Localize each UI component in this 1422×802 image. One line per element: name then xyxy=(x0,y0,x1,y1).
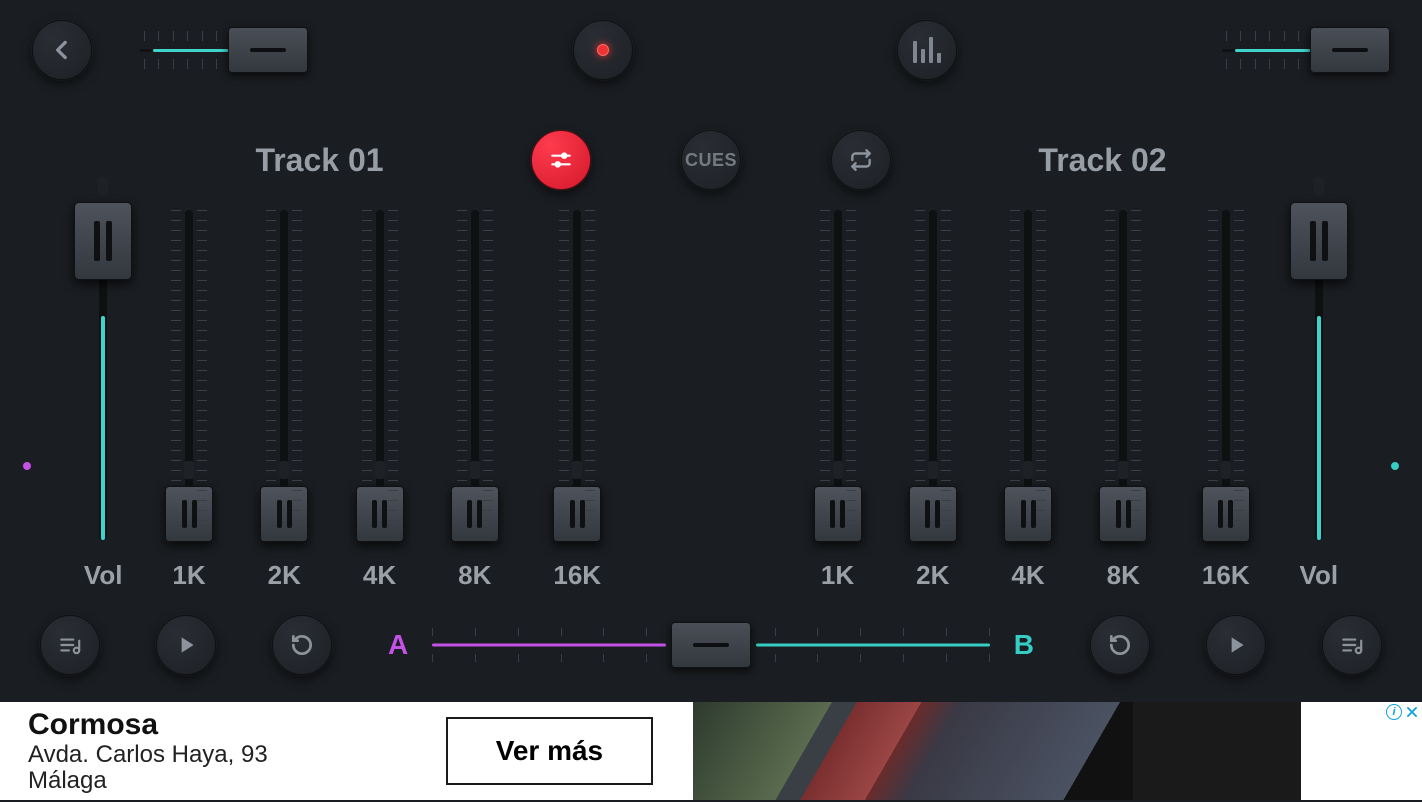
ad-address-line2: Málaga xyxy=(28,768,268,794)
volume-label-a: Vol xyxy=(84,560,123,591)
levels-button[interactable] xyxy=(897,20,957,80)
top-toolbar xyxy=(0,0,1422,100)
eq-label: 2K xyxy=(916,560,949,591)
tempo-thumb-a[interactable] xyxy=(228,27,308,73)
eq-slider-b-8k[interactable]: 8K xyxy=(1107,210,1140,591)
crossfader-label-b: B xyxy=(1014,629,1034,661)
eq-group-b: 1K 2K 4K 8K 16K xyxy=(821,210,1250,591)
ad-logo-block xyxy=(1133,702,1301,800)
eq-slider-a-8k[interactable]: 8K xyxy=(458,210,491,591)
eq-slider-b-2k[interactable]: 2K xyxy=(916,210,949,591)
mixer-panel: Vol 1K 2K 4K 8K 16K 1K 2K 4K 8K 16K Vol xyxy=(0,190,1422,591)
play-button-b[interactable] xyxy=(1206,615,1266,675)
tempo-slider-deck-b[interactable] xyxy=(1222,25,1390,75)
fx-settings-button[interactable] xyxy=(531,130,591,190)
record-button[interactable] xyxy=(573,20,633,80)
volume-label-b: Vol xyxy=(1300,560,1339,591)
play-button-a[interactable] xyxy=(156,615,216,675)
eq-label: 4K xyxy=(1011,560,1044,591)
eq-slider-a-4k[interactable]: 4K xyxy=(363,210,396,591)
play-icon xyxy=(173,632,199,658)
crossfader[interactable] xyxy=(432,620,990,670)
rewind-icon xyxy=(289,632,315,658)
playlist-icon xyxy=(1339,632,1365,658)
playlist-icon xyxy=(57,632,83,658)
eq-label: 1K xyxy=(172,560,205,591)
eq-label: 8K xyxy=(458,560,491,591)
volume-slider-a[interactable]: Vol xyxy=(84,210,123,591)
levels-icon xyxy=(913,37,941,63)
eq-slider-a-1k[interactable]: 1K xyxy=(172,210,205,591)
eq-slider-a-2k[interactable]: 2K xyxy=(268,210,301,591)
track-title-a: Track 01 xyxy=(255,142,383,179)
crossfader-label-a: A xyxy=(388,629,408,661)
tempo-slider-deck-a[interactable] xyxy=(140,25,308,75)
cues-label: CUES xyxy=(685,150,737,171)
ad-title: Cormosa xyxy=(28,708,268,742)
sliders-icon xyxy=(548,147,574,173)
tempo-thumb-b[interactable] xyxy=(1310,27,1390,73)
ad-banner[interactable]: Cormosa Avda. Carlos Haya, 93 Málaga Ver… xyxy=(0,702,1422,800)
playlist-button-b[interactable] xyxy=(1322,615,1382,675)
rewind-button-b[interactable] xyxy=(1090,615,1150,675)
eq-group-a: 1K 2K 4K 8K 16K xyxy=(172,210,601,591)
eq-label: 16K xyxy=(1202,560,1250,591)
loop-icon xyxy=(848,147,874,173)
rewind-icon xyxy=(1107,632,1133,658)
ad-cta-button[interactable]: Ver más xyxy=(446,717,653,785)
loop-button[interactable] xyxy=(831,130,891,190)
volume-slider-b[interactable]: Vol xyxy=(1300,210,1339,591)
deck-b-indicator-dot xyxy=(1391,462,1399,470)
eq-label: 1K xyxy=(821,560,854,591)
play-icon xyxy=(1223,632,1249,658)
back-button[interactable] xyxy=(32,20,92,80)
ad-address-line1: Avda. Carlos Haya, 93 xyxy=(28,742,268,768)
ad-close-button[interactable] xyxy=(1404,704,1420,720)
rewind-button-a[interactable] xyxy=(272,615,332,675)
ad-image xyxy=(693,702,1133,800)
track-title-b: Track 02 xyxy=(1038,142,1166,179)
playlist-button-a[interactable] xyxy=(40,615,100,675)
cues-button[interactable]: CUES xyxy=(681,130,741,190)
eq-slider-a-16k[interactable]: 16K xyxy=(553,210,601,591)
eq-slider-b-1k[interactable]: 1K xyxy=(821,210,854,591)
eq-slider-b-16k[interactable]: 16K xyxy=(1202,210,1250,591)
title-row: Track 01 CUES Track 02 xyxy=(0,130,1422,190)
crossfader-thumb[interactable] xyxy=(671,622,751,668)
ad-info-icon[interactable]: i xyxy=(1386,704,1402,720)
eq-label: 16K xyxy=(553,560,601,591)
transport-bar: A B xyxy=(0,591,1422,699)
eq-slider-b-4k[interactable]: 4K xyxy=(1011,210,1044,591)
eq-label: 4K xyxy=(363,560,396,591)
record-icon xyxy=(597,44,609,56)
deck-a-indicator-dot xyxy=(23,462,31,470)
eq-label: 2K xyxy=(268,560,301,591)
eq-label: 8K xyxy=(1107,560,1140,591)
